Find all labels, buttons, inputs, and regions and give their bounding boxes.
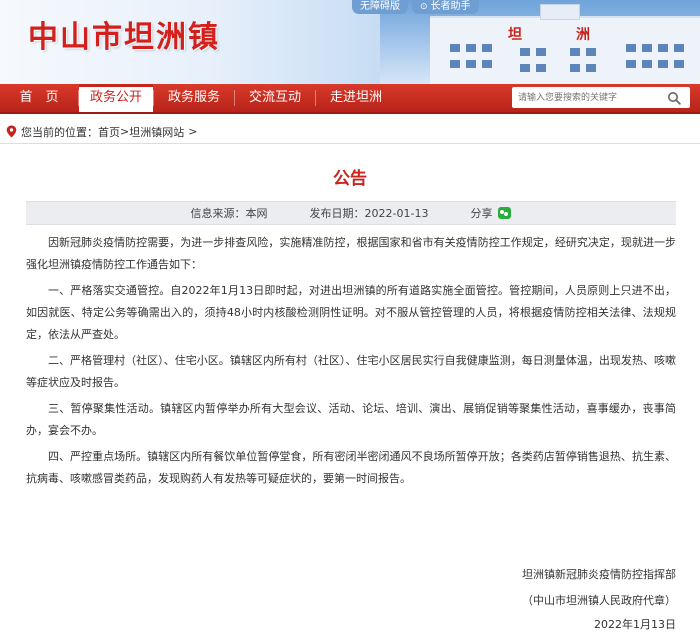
nav-item-interaction[interactable]: 交流互动 <box>235 84 315 112</box>
header-banner: 坦 洲 中山市坦洲镇 无障碍版 ⊙ 长者助手 <box>0 0 700 84</box>
article-paragraph-3: 三、暂停聚集性活动。镇辖区内暂停举办所有大型会议、活动、论坛、培训、演出、展销促… <box>26 402 676 437</box>
article-paragraph-1: 一、严格落实交通管控。自2022年1月13日即时起，对进出坦洲镇的所有道路实施全… <box>26 284 676 341</box>
signature-gov: （中山市坦洲镇人民政府代章） <box>522 594 676 607</box>
search-icon <box>668 91 681 105</box>
search-input[interactable] <box>512 88 662 107</box>
breadcrumb-home[interactable]: 首页 <box>98 124 120 140</box>
accessibility-link-label: 无障碍版 <box>360 1 400 12</box>
nav-item-gov-services[interactable]: 政务服务 <box>154 84 234 112</box>
building-tower <box>540 4 580 20</box>
article-paragraph-intro: 因新冠肺炎疫情防控需要，为进一步排查风险，实施精准防控，根据国家和省市有关疫情防… <box>26 236 676 271</box>
nav-item-about-tanzhou[interactable]: 走进坦洲 <box>316 84 396 112</box>
top-links: 无障碍版 ⊙ 长者助手 <box>352 0 479 14</box>
share-label: 分享 <box>470 207 493 220</box>
site-title[interactable]: 中山市坦洲镇 <box>28 12 220 56</box>
search-button[interactable] <box>662 87 686 108</box>
article-body: 因新冠肺炎疫情防控需要，为进一步排查风险，实施精准防控，根据国家和省市有关疫情防… <box>26 232 676 494</box>
breadcrumb: 您当前的位置： 首页 > 坦洲镇网站 > <box>0 120 700 144</box>
signature-date: 2022年1月13日 <box>594 618 676 631</box>
article-paragraph-2: 二、严格管理村（社区）、住宅小区。镇辖区内所有村（社区）、住宅小区居民实行自我健… <box>26 354 676 389</box>
breadcrumb-separator: > <box>120 125 130 138</box>
elder-icon: ⊙ <box>420 2 428 12</box>
article-paragraph-4: 四、严控重点场所。镇辖区内所有餐饮单位暂停堂食，所有密闭半密闭通风不良场所暂停开… <box>26 450 676 485</box>
banner-building-image: 坦 洲 <box>430 4 700 84</box>
elder-helper-link[interactable]: ⊙ 长者助手 <box>412 0 479 14</box>
article-meta-bar: 信息来源：本网 发布日期：2022-01-13 分享 <box>26 201 676 225</box>
signature-org: 坦洲镇新冠肺炎疫情防控指挥部 <box>522 568 676 581</box>
nav-item-home[interactable]: 首 页 <box>0 84 78 112</box>
breadcrumb-prefix: 您当前的位置： <box>21 125 98 139</box>
location-pin-icon <box>6 125 17 138</box>
building-char-1: 坦 <box>508 27 522 43</box>
wechat-share-icon[interactable] <box>498 207 512 219</box>
breadcrumb-site[interactable]: 坦洲镇网站 <box>129 124 184 140</box>
elder-helper-label: 长者助手 <box>430 1 471 12</box>
breadcrumb-separator: > <box>188 125 198 138</box>
article-date: 发布日期：2022-01-13 <box>309 207 429 220</box>
main-nav: 首 页 政务公开 政务服务 交流互动 走进坦洲 <box>0 84 700 114</box>
article-source: 信息来源：本网 <box>190 207 268 220</box>
accessibility-link[interactable]: 无障碍版 <box>352 0 408 14</box>
nav-item-gov-affairs-open[interactable]: 政务公开 <box>79 84 153 112</box>
search-box <box>512 87 690 108</box>
building-char-2: 洲 <box>576 27 590 43</box>
article-title: 公告 <box>333 169 367 189</box>
share-section: 分享 <box>470 205 512 221</box>
